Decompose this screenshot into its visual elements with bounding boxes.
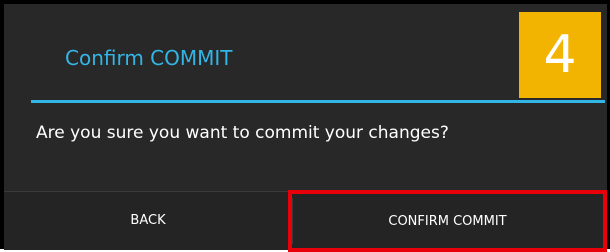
dialog-title: Confirm COMMIT (65, 46, 233, 70)
dialog-body: Are you sure you want to commit your cha… (4, 103, 607, 191)
confirm-commit-button[interactable]: CONFIRM COMMIT (288, 190, 607, 252)
dialog-message: Are you sure you want to commit your cha… (36, 123, 449, 143)
back-button[interactable]: BACK (4, 192, 292, 250)
confirm-commit-dialog: Confirm COMMIT Are you sure you want to … (0, 0, 610, 252)
step-number-badge: 4 (519, 12, 601, 98)
dialog-button-bar: BACK CONFIRM COMMIT (4, 190, 607, 252)
